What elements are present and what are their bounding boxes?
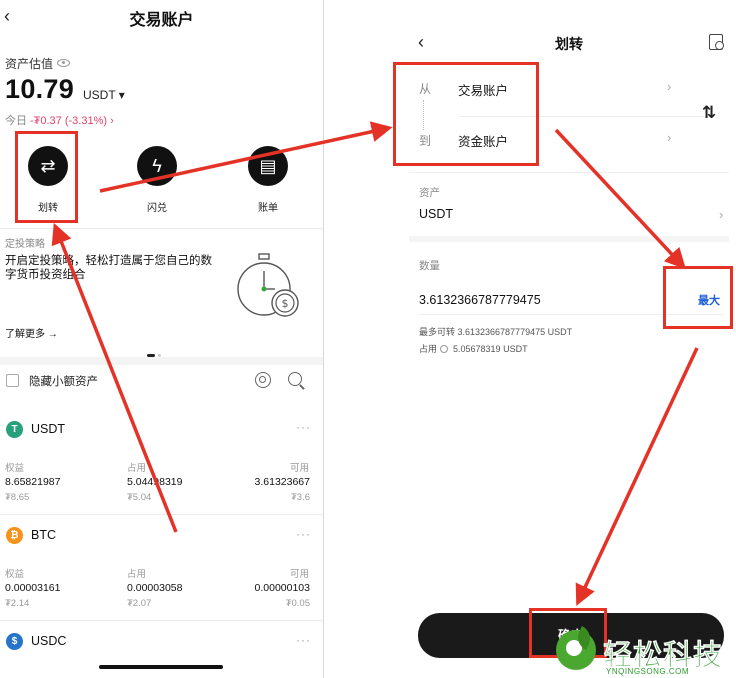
page-title: 划转 — [555, 36, 583, 52]
asset-name: USDC — [31, 634, 67, 648]
balance-unit-selector[interactable]: USDT ▾ — [83, 88, 125, 102]
watermark: 轻松科技 YNQINGSONG.COM — [553, 625, 736, 678]
occupied-value: 5.04498319 — [127, 476, 183, 488]
occupied-fiat: ₮5.04 — [127, 492, 152, 503]
equity-fiat: ₮8.65 — [5, 492, 30, 503]
eye-icon[interactable] — [57, 59, 71, 67]
strategy-description: 开启定投策略，轻松打造属于您自己的数字货币投资组合 — [5, 255, 212, 281]
available-fiat: ₮3.6 — [290, 492, 310, 503]
chevron-right-icon: › — [667, 79, 672, 94]
equity-label: 权益 — [5, 463, 25, 474]
trading-account-screen: ‹ 交易账户 资产估值 10.79 USDT ▾ 今日 -₮0.37 (-3.31… — [0, 0, 323, 678]
divider — [0, 514, 323, 515]
total-balance: 10.79 — [5, 74, 75, 104]
header: ‹ 交易账户 — [0, 0, 323, 34]
asset-estimate-label: 资产估值 — [5, 55, 71, 72]
usdt-coin-icon: T — [6, 421, 23, 438]
available-fiat: ₮0.05 — [285, 598, 310, 609]
more-icon[interactable]: ··· — [296, 527, 311, 541]
highlight-box-max — [663, 266, 733, 329]
flash-swap-label: 闪兑 — [147, 203, 167, 214]
info-icon[interactable] — [440, 345, 449, 353]
section-gap — [409, 236, 729, 242]
amount-label: 数量 — [419, 260, 440, 272]
asset-name: USDT — [31, 422, 66, 436]
today-change: -₮0.37 (-3.31%) › — [30, 115, 114, 127]
home-indicator — [99, 665, 223, 669]
available-label: 可用 — [290, 569, 310, 580]
strategy-section-title: 定投策略 — [5, 239, 45, 250]
btc-coin-icon: ₿ — [6, 527, 23, 544]
asset-name: BTC — [31, 528, 56, 542]
occupied-label: 占用 — [127, 569, 147, 580]
flash-swap-icon: ϟ — [152, 156, 162, 176]
swap-direction-icon[interactable]: ⇅ — [702, 103, 716, 123]
flash-swap-button[interactable]: ϟ — [137, 146, 177, 186]
amount-input[interactable]: 3.6132366787779475 — [419, 293, 541, 307]
chevron-right-icon: › — [667, 130, 672, 145]
page-title: 交易账户 — [129, 12, 194, 29]
more-icon[interactable]: ··· — [296, 633, 311, 647]
asset-selector[interactable]: USDT — [419, 207, 453, 221]
svg-text:$: $ — [282, 297, 289, 310]
occupied-value: 5.05678319 USDT — [453, 344, 528, 354]
occupied-fiat: ₮2.07 — [127, 598, 152, 609]
chevron-right-icon: › — [719, 207, 724, 222]
section-gap — [0, 357, 323, 365]
highlight-box-transfer — [15, 131, 78, 223]
available-value: 0.00000103 — [254, 582, 310, 594]
occupied-label: 占用 — [127, 463, 147, 474]
back-icon[interactable]: ‹ — [418, 32, 424, 53]
occupied-label: 占用 — [419, 344, 438, 354]
bill-button[interactable]: ▤ — [248, 146, 288, 186]
checkbox[interactable] — [6, 374, 19, 387]
occupied-info: 占用 5.05678319 USDT — [419, 342, 528, 355]
bill-icon: ▤ — [259, 156, 277, 176]
usdc-coin-icon: $ — [6, 633, 23, 650]
divider — [0, 228, 323, 229]
equity-value: 8.65821987 — [5, 476, 61, 488]
history-icon[interactable] — [709, 34, 724, 50]
divider — [409, 172, 729, 173]
stopwatch-coin-illustration: $ — [237, 253, 299, 317]
asset-estimate-text: 资产估值 — [5, 57, 54, 71]
divider — [0, 620, 323, 621]
occupied-value: 0.00003058 — [127, 582, 183, 594]
hide-small-assets-toggle[interactable]: 隐藏小额资产 — [6, 373, 98, 389]
max-transferable-text: 最多可转 3.6132366787779475 USDT — [419, 327, 573, 337]
today-pnl[interactable]: 今日 -₮0.37 (-3.31%) › — [5, 112, 114, 128]
equity-value: 0.00003161 — [5, 582, 61, 594]
highlight-box-accounts — [393, 62, 539, 166]
hide-small-assets-label: 隐藏小额资产 — [29, 376, 98, 388]
more-icon[interactable]: ··· — [296, 420, 311, 434]
learn-more-link[interactable]: 了解更多 → — [5, 325, 58, 340]
search-icon[interactable] — [288, 372, 302, 386]
target-icon[interactable] — [255, 372, 271, 388]
available-label: 可用 — [290, 463, 310, 474]
asset-label: 资产 — [419, 187, 440, 199]
bill-label: 账单 — [258, 203, 278, 214]
equity-label: 权益 — [5, 569, 25, 580]
watermark-url: YNQINGSONG.COM — [606, 667, 690, 676]
today-label: 今日 — [5, 115, 27, 127]
available-value: 3.61323667 — [254, 476, 310, 488]
equity-fiat: ₮2.14 — [5, 598, 30, 609]
